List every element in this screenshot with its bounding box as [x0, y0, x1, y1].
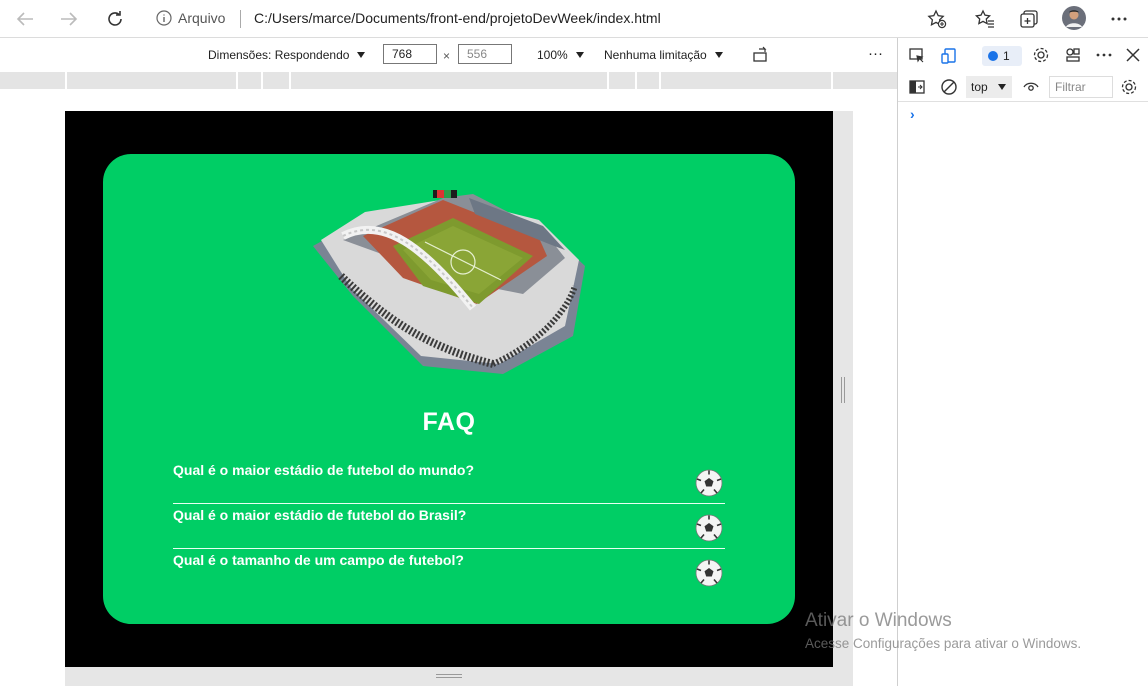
- clear-console-icon[interactable]: [940, 78, 958, 96]
- activation-subtitle: Acesse Configurações para ativar o Windo…: [805, 636, 1082, 651]
- viewport-resize-handle-right[interactable]: [833, 111, 853, 686]
- address-divider: [240, 10, 241, 28]
- filter-input[interactable]: Filtrar: [1049, 76, 1113, 98]
- dimension-times-sign: ×: [443, 49, 451, 63]
- devtools-more-icon[interactable]: [1095, 46, 1113, 64]
- faq-item[interactable]: Qual é o tamanho de um campo de futebol?: [173, 549, 725, 594]
- device-more-button[interactable]: ···: [868, 45, 883, 62]
- context-label: top: [971, 80, 988, 94]
- more-icon[interactable]: [1108, 8, 1130, 30]
- console-settings-icon[interactable]: [1120, 78, 1138, 96]
- soccer-ball-icon[interactable]: [695, 469, 723, 497]
- console-toolbar: top Filtrar: [898, 72, 1148, 102]
- devtools-toolbar: 1: [898, 38, 1148, 72]
- caret-down-icon: [714, 52, 723, 58]
- device-toggle-icon[interactable]: [940, 47, 958, 65]
- device-toolbar: Dimensões: Respondendo 768 × 556 100% Ne…: [0, 38, 897, 72]
- address-bar[interactable]: Arquivo C:/Users/marce/Documents/front-e…: [146, 5, 958, 33]
- close-icon[interactable]: [1124, 46, 1142, 64]
- favorite-add-icon[interactable]: [926, 8, 948, 30]
- profile-avatar[interactable]: [1062, 6, 1086, 30]
- soccer-ball-icon[interactable]: [695, 559, 723, 587]
- context-select[interactable]: top: [966, 76, 1012, 98]
- width-input[interactable]: 768: [383, 44, 437, 64]
- height-input[interactable]: 556: [458, 44, 512, 64]
- windows-activation-watermark: Ativar o Windows Acesse Configurações pa…: [805, 610, 1081, 651]
- viewport-resize-handle-bottom[interactable]: [65, 667, 833, 686]
- faq-item[interactable]: Qual é o maior estádio de futebol do Bra…: [173, 504, 725, 549]
- dimensions-select[interactable]: Dimensões: Respondendo: [208, 48, 366, 62]
- info-icon: [156, 10, 172, 26]
- zoom-label: 100%: [537, 48, 568, 62]
- dimensions-label: Dimensões: Respondendo: [208, 48, 350, 62]
- customize-icon[interactable]: [1064, 46, 1082, 64]
- activation-title: Ativar o Windows: [805, 610, 952, 631]
- faq-card: FAQ Qual é o maior estádio de futebol do…: [103, 154, 795, 624]
- sidebar-toggle-icon[interactable]: [908, 78, 926, 96]
- page-body: FAQ Qual é o maior estádio de futebol do…: [65, 111, 833, 667]
- issues-count: 1: [1003, 49, 1010, 63]
- browser-toolbar: Arquivo C:/Users/marce/Documents/front-e…: [0, 0, 1148, 38]
- throttle-label: Nenhuma limitação: [604, 48, 707, 62]
- site-info-button[interactable]: Arquivo: [156, 10, 225, 26]
- faq-question: Qual é o maior estádio de futebol do mun…: [173, 462, 475, 478]
- inspect-icon[interactable]: [908, 47, 926, 65]
- faq-question: Qual é o maior estádio de futebol do Bra…: [173, 507, 467, 523]
- faq-question: Qual é o tamanho de um campo de futebol?: [173, 552, 464, 568]
- throttle-select[interactable]: Nenhuma limitação: [604, 48, 723, 62]
- collections-icon[interactable]: [1018, 8, 1040, 30]
- zoom-select[interactable]: 100%: [537, 48, 584, 62]
- site-info-label: Arquivo: [178, 10, 226, 26]
- rotate-icon[interactable]: [752, 46, 770, 64]
- url-text[interactable]: C:/Users/marce/Documents/front-end/proje…: [254, 10, 661, 26]
- refresh-icon[interactable]: [104, 8, 126, 30]
- eye-icon[interactable]: [1022, 78, 1040, 96]
- faq-item[interactable]: Qual é o maior estádio de futebol do mun…: [173, 459, 725, 504]
- faq-title: FAQ: [422, 408, 476, 436]
- devtools-panel: 1 top Filtrar ›: [897, 38, 1148, 686]
- settings-icon[interactable]: [1032, 46, 1050, 64]
- caret-down-icon: [575, 52, 584, 58]
- favorites-icon[interactable]: [974, 8, 996, 30]
- caret-down-icon: [357, 52, 366, 58]
- caret-down-icon: [997, 84, 1006, 90]
- device-viewport: FAQ Qual é o maior estádio de futebol do…: [0, 89, 897, 686]
- media-query-ruler[interactable]: [0, 72, 897, 89]
- forward-icon[interactable]: [58, 8, 80, 30]
- console-prompt[interactable]: ›: [910, 106, 915, 122]
- issues-badge[interactable]: 1: [982, 46, 1022, 66]
- soccer-ball-icon[interactable]: [695, 514, 723, 542]
- back-icon[interactable]: [14, 8, 36, 30]
- stadium-image: [303, 176, 593, 378]
- issues-icon: [988, 51, 998, 61]
